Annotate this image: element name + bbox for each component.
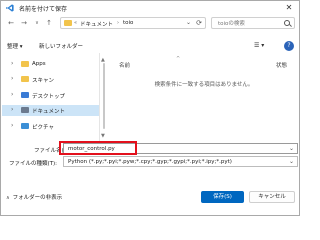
sidebar-item-apps[interactable]: › Apps [2,59,99,70]
address-bar[interactable]: « ドキュメント › toio ⌄ ⟳ [60,17,206,29]
view-options-icon[interactable]: ☰ ▾ [254,42,274,51]
pictures-icon [21,123,29,129]
save-dialog: 名前を付けて保存 ✕ ← → ∨ ↑ « ドキュメント › toio ⌄ ⟳ 整… [0,0,300,216]
column-header-name[interactable]: 名前 [119,61,130,69]
chevron-down-icon[interactable]: ⌄ [289,158,294,165]
filetype-select[interactable]: Python (*.py;*.pyi;*.pyw;*.cpy;*.gyp;*.g… [63,156,298,167]
scroll-down-icon[interactable]: ▼ [101,133,105,139]
sidebar-item-label: Apps [32,61,46,67]
search-box[interactable] [211,17,295,29]
folder-icon [64,20,72,26]
sidebar-item-pictures[interactable]: › ピクチャ [2,121,99,132]
sort-caret-icon: ^ [176,56,181,62]
cancel-button[interactable]: キャンセル [249,191,295,203]
search-icon[interactable] [284,20,290,26]
breadcrumb-documents[interactable]: ドキュメント [80,20,113,28]
chevron-up-icon: ∧ [6,195,10,201]
empty-message: 検索条件に一致する項目はありません。 [154,82,254,88]
back-arrow-icon[interactable]: ← [6,18,16,28]
column-header-status[interactable]: 状態 [276,61,287,69]
search-input[interactable] [218,19,280,28]
expand-chevron-icon[interactable]: › [11,106,13,113]
address-dropdown-icon[interactable]: ⌄ [186,19,191,26]
pane-divider[interactable] [99,53,100,141]
close-button[interactable]: ✕ [282,2,296,13]
vscode-icon [6,4,14,12]
expand-chevron-icon[interactable]: › [11,60,13,67]
sidebar-item-label: ドキュメント [32,109,66,115]
expand-chevron-icon[interactable]: › [11,75,13,82]
help-icon[interactable]: ? [284,41,294,51]
documents-icon [21,107,29,113]
organize-menu[interactable]: 整理 ▾ [7,42,23,50]
filetype-row: ファイルの種類(T): Python (*.py;*.pyi;*.pyw;*.c… [1,156,299,168]
refresh-icon[interactable]: ⟳ [196,19,202,27]
filetype-value: Python (*.py;*.pyi;*.pyw;*.cpy;*.gyp;*.g… [68,159,232,165]
sidebar-item-label: デスクトップ [32,94,66,100]
hide-folders-toggle[interactable]: ∧ フォルダーの非表示 [6,193,62,201]
navigation-pane: › Apps › スキャン › デスクトップ › ドキュメント › ピクチャ [2,57,99,141]
sidebar-item-scan[interactable]: › スキャン [2,74,99,85]
desktop-icon [21,92,29,98]
folder-icon [21,76,29,82]
sidebar-item-label: スキャン [32,78,55,84]
command-bar: 整理 ▾ 新しいフォルダー ☰ ▾ ? [1,41,299,53]
breadcrumb-overflow[interactable]: « [74,20,77,26]
chevron-down-icon[interactable]: ⌄ [289,145,294,152]
save-button[interactable]: 保存(S) [201,191,244,203]
expand-chevron-icon[interactable]: › [11,91,13,98]
filetype-label: ファイルの種類(T): [9,161,58,167]
recent-dropdown-icon[interactable]: ∨ [32,18,42,28]
address-row: ← → ∨ ↑ « ドキュメント › toio ⌄ ⟳ [1,15,299,31]
breadcrumb-separator: › [117,20,119,26]
sidebar-item-documents[interactable]: › ドキュメント [2,105,99,116]
expand-chevron-icon[interactable]: › [11,122,13,129]
scrollbar[interactable] [103,63,105,129]
hide-folders-label: フォルダーの非表示 [12,195,63,201]
title-bar: 名前を付けて保存 ✕ [1,1,299,14]
window-title: 名前を付けて保存 [19,6,68,13]
breadcrumb-toio[interactable]: toio [123,20,133,26]
forward-arrow-icon[interactable]: → [19,18,29,28]
sidebar-item-label: ピクチャ [32,125,54,131]
up-arrow-icon[interactable]: ↑ [44,18,54,28]
sidebar-item-desktop[interactable]: › デスクトップ [2,90,99,101]
filename-highlight-box [59,141,137,155]
folder-icon [21,61,29,67]
filename-row: ファイル名(N): motor_control.py ⌄ [1,143,299,155]
new-folder-button[interactable]: 新しいフォルダー [39,42,83,50]
